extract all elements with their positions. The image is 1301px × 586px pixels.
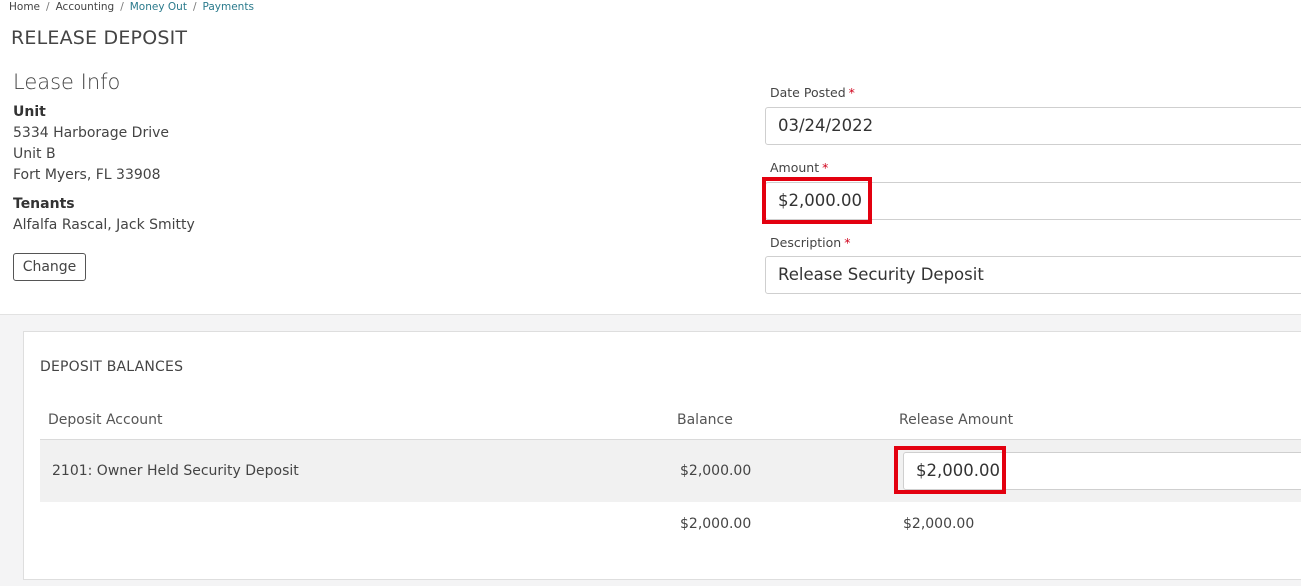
total-balance: $2,000.00 (680, 516, 752, 532)
description-label-text: Description (770, 235, 842, 250)
lease-info-title: Lease Info (13, 70, 121, 94)
tenants-label: Tenants (13, 196, 75, 212)
tenants-value: Alfalfa Rascal, Jack Smitty (13, 217, 195, 233)
description-label: Description * (770, 235, 850, 250)
breadcrumb: Home / Accounting / Money Out / Payments (9, 1, 254, 13)
description-input[interactable]: Release Security Deposit (765, 256, 1301, 294)
column-header-deposit-account: Deposit Account (48, 412, 163, 428)
column-header-release-amount: Release Amount (899, 412, 1014, 428)
required-marker: * (848, 85, 855, 100)
amount-label: Amount * (770, 160, 828, 175)
breadcrumb-separator: / (120, 1, 124, 13)
breadcrumb-home[interactable]: Home (9, 1, 40, 13)
deposit-balances-title: DEPOSIT BALANCES (40, 359, 184, 375)
breadcrumb-separator: / (192, 1, 197, 13)
date-posted-label: Date Posted * (770, 85, 855, 100)
release-amount-input[interactable]: $2,000.00 (903, 452, 1301, 490)
page-title: RELEASE DEPOSIT (11, 27, 188, 49)
amount-input[interactable]: $2,000.00 (765, 182, 1301, 220)
required-marker: * (844, 235, 851, 250)
row-deposit-account: 2101: Owner Held Security Deposit (52, 463, 299, 479)
date-posted-label-text: Date Posted (770, 85, 846, 100)
unit-address-line2: Unit B (13, 146, 56, 162)
unit-address-line3: Fort Myers, FL 33908 (13, 167, 161, 183)
row-balance: $2,000.00 (680, 463, 752, 479)
breadcrumb-payments[interactable]: Payments (202, 1, 253, 13)
amount-label-text: Amount (770, 160, 820, 175)
breadcrumb-separator: / (46, 1, 50, 13)
date-posted-input[interactable]: 03/24/2022 (765, 107, 1301, 145)
unit-label: Unit (13, 104, 46, 120)
breadcrumb-accounting[interactable]: Accounting (56, 1, 115, 13)
required-marker: * (822, 160, 829, 175)
total-release-amount: $2,000.00 (903, 516, 975, 532)
unit-address-line1: 5334 Harborage Drive (13, 125, 170, 141)
column-header-balance: Balance (677, 412, 733, 428)
breadcrumb-money-out[interactable]: Money Out (130, 1, 187, 13)
change-button[interactable]: Change (13, 253, 86, 281)
